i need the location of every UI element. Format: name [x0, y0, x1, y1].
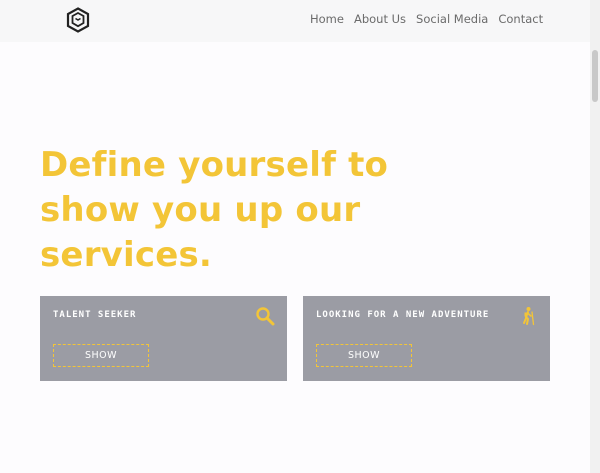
show-button[interactable]: SHOW: [316, 344, 412, 367]
main-nav: Home About Us Social Media Contact: [310, 12, 543, 26]
hexagon-logo-icon[interactable]: [66, 7, 90, 33]
hero-title: Define yourself to show you up our servi…: [40, 145, 389, 275]
card-new-adventure: LOOKING FOR A NEW ADVENTURE SHOW: [303, 296, 550, 381]
card-talent-seeker: TALENT SEEKER SHOW: [40, 296, 287, 381]
page-scrollbar[interactable]: [590, 0, 600, 473]
search-icon: [256, 307, 275, 326]
navbar: Home About Us Social Media Contact: [0, 0, 590, 42]
nav-link-social-media[interactable]: Social Media: [416, 12, 488, 26]
hiker-icon: [523, 307, 535, 326]
show-button[interactable]: SHOW: [53, 344, 149, 367]
nav-link-home[interactable]: Home: [310, 12, 344, 26]
nav-link-about-us[interactable]: About Us: [354, 12, 406, 26]
card-title: LOOKING FOR A NEW ADVENTURE: [316, 310, 490, 320]
card-title: TALENT SEEKER: [53, 310, 137, 320]
page: Home About Us Social Media Contact Defin…: [0, 0, 600, 473]
scrollbar-thumb[interactable]: [592, 50, 598, 102]
nav-link-contact[interactable]: Contact: [498, 12, 543, 26]
